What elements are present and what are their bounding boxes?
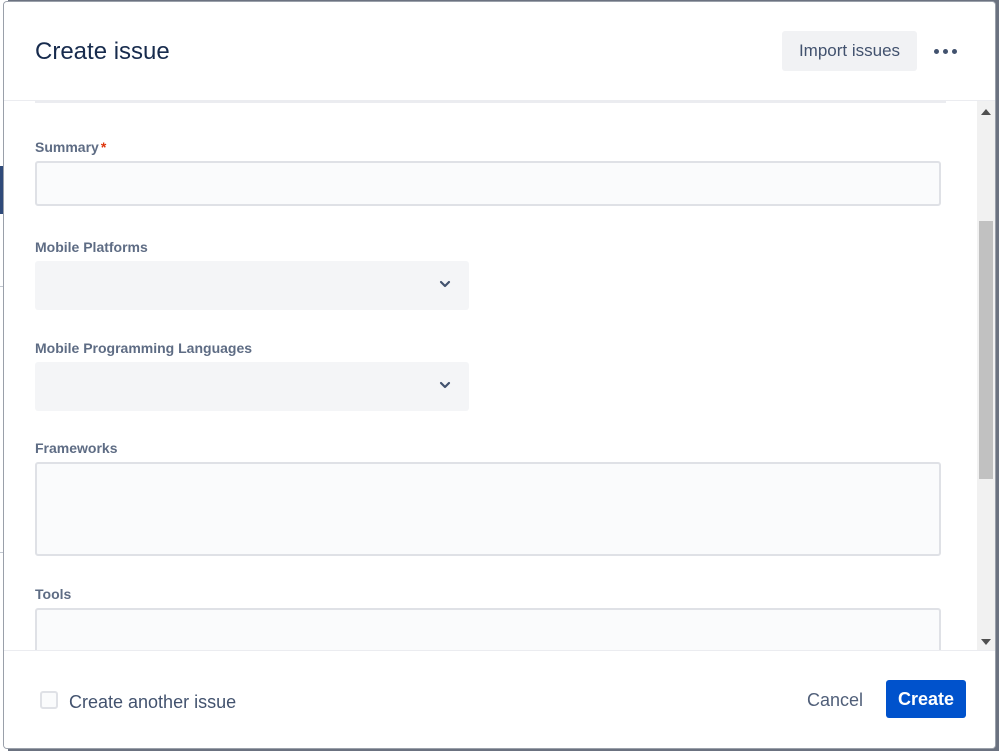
dialog-footer: Create another issue Cancel Create <box>4 650 995 748</box>
frameworks-input[interactable] <box>35 462 941 556</box>
summary-label: Summary * <box>35 139 107 155</box>
scroll-down-arrow-icon[interactable] <box>981 639 991 645</box>
import-issues-button[interactable]: Import issues <box>782 31 917 71</box>
create-button[interactable]: Create <box>886 680 966 718</box>
dialog-title: Create issue <box>35 38 170 65</box>
mobile-platforms-select[interactable] <box>35 261 469 310</box>
summary-input[interactable] <box>35 161 941 206</box>
tools-label: Tools <box>35 586 72 602</box>
tools-input[interactable] <box>35 608 941 651</box>
more-actions-button[interactable] <box>928 36 962 66</box>
create-issue-dialog: Create issue Import issues Summary * Mobi… <box>4 2 995 748</box>
more-horizontal-icon <box>933 48 939 54</box>
mobile-platforms-label: Mobile Platforms <box>35 239 148 255</box>
mobile-languages-label: Mobile Programming Languages <box>35 340 253 356</box>
dialog-form-content[interactable]: Summary * Mobile Platforms Mobile Program… <box>4 100 995 651</box>
dialog-header: Create issue Import issues <box>4 2 995 100</box>
form-top-divider <box>35 101 946 103</box>
create-another-checkbox[interactable] <box>40 691 58 709</box>
frameworks-label: Frameworks <box>35 440 118 456</box>
cancel-button[interactable]: Cancel <box>792 683 878 717</box>
scroll-up-arrow-icon[interactable] <box>981 109 991 115</box>
form-scrollbar[interactable] <box>977 101 995 651</box>
chevron-down-icon <box>439 381 451 389</box>
mobile-languages-select[interactable] <box>35 362 469 411</box>
scrollbar-thumb[interactable] <box>979 221 993 479</box>
create-another-label[interactable]: Create another issue <box>69 692 236 713</box>
chevron-down-icon <box>439 280 451 288</box>
required-indicator: * <box>100 139 107 155</box>
